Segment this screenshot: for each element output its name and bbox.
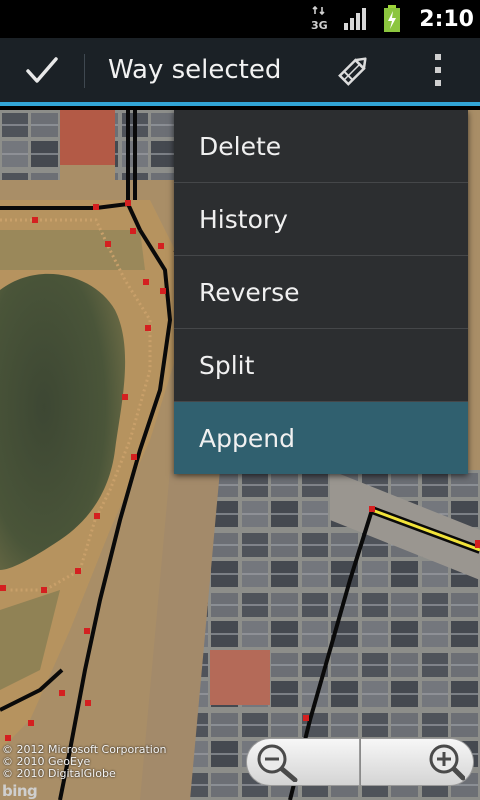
status-bar: 3G 2:10 — [0, 0, 480, 38]
menu-item-reverse[interactable]: Reverse — [174, 256, 468, 329]
edit-tags-button[interactable] — [326, 38, 382, 102]
battery-charging-icon — [383, 5, 401, 33]
network-type-label: 3G — [311, 19, 328, 32]
signal-strength-icon — [343, 7, 369, 31]
zoom-in-button[interactable] — [360, 738, 474, 786]
overflow-menu-icon — [435, 54, 441, 86]
network-3g-icon: 3G — [311, 5, 329, 32]
menu-item-delete[interactable]: Delete — [174, 110, 468, 183]
action-bar-divider — [84, 54, 85, 88]
action-bar: Way selected — [0, 38, 480, 106]
checkmark-icon — [26, 57, 58, 83]
overflow-menu-button[interactable] — [412, 38, 464, 102]
attribution-line: © 2010 DigitalGlobe — [2, 767, 116, 780]
done-button[interactable] — [0, 38, 84, 102]
action-bar-title: Way selected — [108, 55, 282, 85]
menu-item-history[interactable]: History — [174, 183, 468, 256]
zoom-controls — [246, 738, 474, 786]
map-attribution: © 2012 Microsoft Corporation © 2010 GeoE… — [2, 744, 167, 780]
menu-item-split[interactable]: Split — [174, 329, 468, 402]
pencil-icon — [338, 57, 367, 86]
menu-item-append[interactable]: Append — [174, 402, 468, 474]
bing-logo: bing — [2, 782, 38, 800]
zoom-out-icon — [257, 744, 298, 782]
overflow-menu: Delete History Reverse Split Append — [174, 110, 468, 474]
zoom-in-icon — [429, 744, 465, 781]
zoom-out-button[interactable] — [246, 738, 360, 786]
clock: 2:10 — [419, 6, 474, 32]
